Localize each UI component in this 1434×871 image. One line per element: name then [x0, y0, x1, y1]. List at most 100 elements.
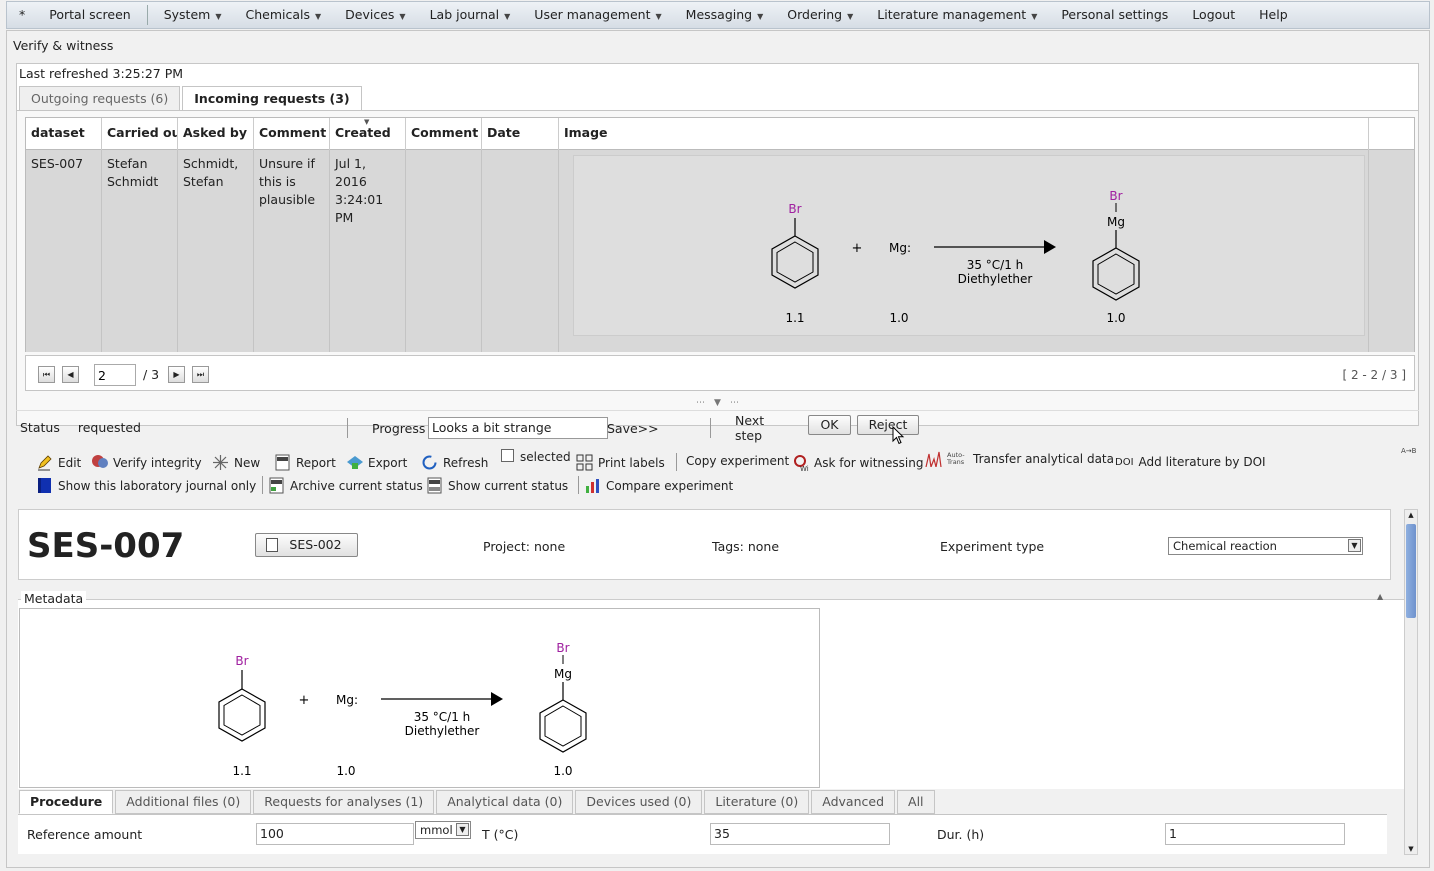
temperature-input[interactable]: 35: [710, 823, 890, 845]
benzene-ring: [771, 235, 819, 289]
col-comment[interactable]: Comment: [254, 118, 330, 150]
scroll-up-icon[interactable]: ▲: [1405, 510, 1417, 520]
experiment-type-label: Experiment type: [940, 539, 1045, 554]
equivalents-2: 1.0: [336, 764, 355, 778]
menu-logout[interactable]: Logout: [1180, 1, 1247, 29]
verify-integrity-button[interactable]: Verify integrity: [91, 454, 202, 471]
edit-button[interactable]: Edit: [36, 454, 81, 471]
product-mg-label: Mg: [554, 667, 572, 681]
reaction-arrow-head: [491, 692, 503, 706]
window-title: Verify & witness: [13, 38, 114, 53]
archive-status-button[interactable]: Archive current status: [268, 477, 423, 494]
prev-page-button[interactable]: ◀: [62, 366, 79, 383]
chevron-down-icon: ▼: [757, 12, 764, 21]
menu-help[interactable]: Help: [1247, 1, 1300, 29]
tab-outgoing-requests[interactable]: Outgoing requests (6): [19, 86, 181, 111]
reject-button[interactable]: Reject: [857, 415, 919, 435]
collapse-icon[interactable]: ▲: [1377, 592, 1383, 601]
unit-select[interactable]: mmol ▼: [415, 821, 471, 839]
page-number-input[interactable]: [94, 364, 136, 386]
grid-pager: ⏮ ◀ / 3 ▶ ⏭ [ 2 - 2 / 3 ]: [25, 355, 1415, 391]
vertical-scrollbar[interactable]: ▲ ▼: [1404, 509, 1418, 855]
save-link[interactable]: Save>>: [607, 421, 659, 436]
menu-devices[interactable]: Devices ▼: [333, 1, 417, 29]
product-bromine-label: Br: [556, 641, 569, 655]
col-carried-out[interactable]: Carried ou: [102, 118, 178, 150]
menu-messaging[interactable]: Messaging ▼: [674, 1, 776, 29]
menu-portal-screen[interactable]: Portal screen: [37, 1, 142, 29]
page-total: / 3: [143, 367, 160, 382]
cell-asked-by: Schmidt, Stefan: [178, 150, 254, 352]
col-created[interactable]: Created ▼: [330, 118, 406, 150]
reaction-image-lower: Br + Mg: 35 °C/1 h Diethylether Br Mg 1.…: [19, 608, 820, 788]
col-asked-by[interactable]: Asked by: [178, 118, 254, 150]
svg-text:Wit: Wit: [800, 465, 809, 471]
tab-literature[interactable]: Literature (0): [704, 790, 810, 814]
bromine-label: Br: [235, 654, 248, 668]
ok-button[interactable]: OK: [808, 415, 851, 435]
spectrum-icon: [925, 451, 942, 467]
tab-analytical-data[interactable]: Analytical data (0): [436, 790, 574, 814]
equivalents-2: 1.0: [889, 311, 908, 325]
menu-ordering[interactable]: Ordering ▼: [775, 1, 865, 29]
scroll-down-icon[interactable]: ▼: [1405, 844, 1417, 854]
menu-star[interactable]: *: [7, 1, 37, 29]
tab-devices-used[interactable]: Devices used (0): [575, 790, 703, 814]
tab-advanced[interactable]: Advanced: [811, 790, 896, 814]
experiment-id: SES-007: [27, 526, 185, 566]
reference-amount-input[interactable]: 100: [256, 823, 414, 845]
menu-chemicals[interactable]: Chemicals ▼: [233, 1, 333, 29]
tab-procedure[interactable]: Procedure: [19, 790, 114, 814]
add-literature-doi-button[interactable]: DOI Add literature by DOI: [1115, 455, 1266, 469]
progress-input[interactable]: Looks a bit strange: [428, 417, 608, 439]
menu-user-management[interactable]: User management ▼: [522, 1, 673, 29]
col-image[interactable]: Image: [559, 118, 1369, 150]
checkbox[interactable]: [501, 448, 514, 462]
tab-additional-files[interactable]: Additional files (0): [115, 790, 252, 814]
product-benzene-inner: [1097, 253, 1135, 295]
menu-literature-management[interactable]: Literature management ▼: [865, 1, 1049, 29]
conditions-line-1: 35 °C/1 h: [967, 258, 1024, 272]
tab-all[interactable]: All: [897, 790, 935, 814]
verify-witness-window: Verify & witness Last refreshed 3:25:27 …: [6, 30, 1430, 868]
col-date[interactable]: Date: [482, 118, 559, 150]
experiment-type-select[interactable]: Chemical reaction ▼: [1168, 537, 1363, 555]
sort-desc-icon: ▼: [364, 118, 370, 126]
chevron-down-icon: ▼: [1348, 539, 1361, 552]
print-labels-button[interactable]: Print labels: [576, 454, 665, 471]
menu-personal-settings[interactable]: Personal settings: [1049, 1, 1180, 29]
chevron-down-icon: ▼: [504, 12, 511, 21]
selected-checkbox[interactable]: selected: [501, 448, 571, 464]
temperature-label: T (°C): [482, 827, 519, 842]
status-label: Status: [20, 419, 60, 435]
menu-lab-journal[interactable]: Lab journal ▼: [418, 1, 523, 29]
first-page-button[interactable]: ⏮: [38, 366, 55, 383]
product-bromine-label: Br: [1109, 189, 1122, 203]
plus-sign: +: [852, 241, 863, 256]
col-dataset[interactable]: dataset: [26, 118, 102, 150]
last-page-button[interactable]: ⏭: [192, 366, 209, 383]
show-journal-button[interactable]: Show this laboratory journal only: [36, 477, 256, 494]
copy-experiment-button[interactable]: Copy experiment: [686, 454, 789, 468]
next-page-button[interactable]: ▶: [168, 366, 185, 383]
duration-input[interactable]: 1: [1165, 823, 1345, 845]
tab-incoming-requests[interactable]: Incoming requests (3): [182, 86, 362, 111]
linked-experiment-button[interactable]: SES-002: [255, 533, 358, 557]
ask-witnessing-button[interactable]: Wit Ask for witnessing: [792, 454, 923, 471]
panel-splitter[interactable]: ⋯ ▼ ⋯: [16, 399, 1419, 408]
magnesium-label: Mg:: [336, 693, 358, 707]
pdf-status-icon: [427, 477, 442, 494]
refresh-button[interactable]: Refresh: [421, 454, 488, 471]
verify-icon: [92, 455, 108, 468]
report-button[interactable]: Report: [274, 454, 336, 471]
transfer-analytical-data-button[interactable]: Auto-Trans Transfer analytical data: [925, 450, 1114, 467]
menu-system[interactable]: System ▼: [152, 1, 234, 29]
status-bar: Status requested Progress Looks a bit st…: [16, 410, 1419, 445]
col-comment-2[interactable]: Comment: [406, 118, 482, 150]
export-button[interactable]: Export: [346, 454, 407, 471]
compare-experiment-button[interactable]: Compare experiment: [584, 477, 733, 494]
show-current-status-button[interactable]: Show current status: [426, 477, 568, 494]
tab-requests-for-analyses[interactable]: Requests for analyses (1): [253, 790, 435, 814]
new-button[interactable]: New: [212, 454, 260, 471]
scroll-thumb[interactable]: [1406, 524, 1416, 618]
